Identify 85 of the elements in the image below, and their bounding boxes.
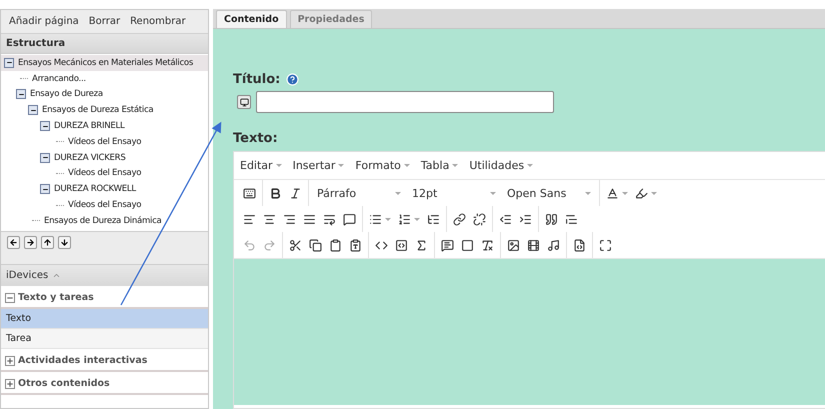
chevron-up-icon[interactable]	[52, 271, 62, 280]
move-left-button[interactable]	[7, 236, 20, 248]
music-note-button[interactable]	[545, 238, 562, 252]
toolbar-button[interactable]: Renombrar	[126, 16, 190, 27]
menu[interactable]: Editar	[240, 159, 282, 172]
menu[interactable]: Formato	[355, 159, 410, 172]
panel-header[interactable]: iDevices	[6, 270, 48, 281]
list-button[interactable]	[425, 212, 442, 226]
tree-item[interactable]: DUREZA BRINELL	[1, 118, 208, 134]
menu[interactable]: Insertar	[292, 159, 344, 172]
text-color-icon	[606, 186, 619, 200]
collapse-icon[interactable]	[40, 121, 50, 132]
code-block-button[interactable]	[393, 238, 410, 252]
format-select[interactable]: Párrafo	[313, 186, 405, 200]
font-select[interactable]: Open Sans	[503, 186, 595, 200]
input-field[interactable]	[256, 91, 554, 113]
panel-header: Estructura	[1, 34, 208, 54]
image-button[interactable]	[505, 238, 522, 252]
numbered-list-icon	[398, 212, 411, 226]
code-button[interactable]	[373, 238, 390, 252]
tab[interactable]: Contenido	[216, 10, 287, 28]
tree-item[interactable]: Vídeos del Ensayo	[1, 134, 208, 150]
caret-icon	[622, 192, 628, 194]
caret-icon	[385, 218, 391, 220]
expand-icon[interactable]	[5, 378, 15, 388]
list-item[interactable]: Texto	[1, 309, 208, 329]
toolbar-button[interactable]: Añadir página	[5, 16, 83, 27]
category-header[interactable]: Texto y tareas	[18, 292, 94, 303]
indent-button[interactable]	[517, 212, 534, 226]
align-center-button[interactable]	[261, 212, 278, 226]
film-button[interactable]	[525, 238, 542, 252]
keyboard-button[interactable]	[241, 186, 258, 200]
field-label: Título:	[233, 72, 280, 87]
help-icon[interactable]	[286, 73, 300, 86]
collapse-icon[interactable]	[40, 152, 50, 163]
tree-item[interactable]: Ensayo de Dureza	[1, 86, 208, 102]
collapse-icon[interactable]	[40, 184, 50, 194]
monitor-icon[interactable]	[237, 95, 251, 109]
collapse-icon[interactable]	[5, 292, 15, 302]
unlink-button[interactable]	[471, 212, 488, 226]
link-button[interactable]	[451, 212, 468, 226]
fullscreen-button[interactable]	[597, 238, 614, 252]
justify-button[interactable]	[301, 212, 318, 226]
down-arrow-icon	[60, 238, 69, 246]
tree-item[interactable]: Ensayos Mecánicos en Materiales Metálicos	[1, 55, 208, 71]
caret-icon	[651, 192, 657, 194]
tree-item[interactable]: DUREZA VICKERS	[1, 150, 208, 166]
tree-item[interactable]: Vídeos del Ensayo	[1, 197, 208, 213]
move-down-button[interactable]	[58, 236, 71, 248]
bullet-list-icon	[369, 212, 382, 226]
comment-button[interactable]	[341, 212, 358, 226]
copy-button[interactable]	[307, 238, 324, 252]
bullet-list-button[interactable]	[367, 212, 393, 226]
expand-icon[interactable]	[5, 356, 15, 366]
toolbar-button[interactable]: Borrar	[84, 16, 124, 27]
tree-item[interactable]: Ensayos de Dureza Dinámica	[1, 212, 208, 229]
category-header[interactable]: Actividades interactivas	[18, 355, 148, 366]
size-select[interactable]: 12pt	[408, 186, 500, 200]
right-arrow-icon	[26, 238, 35, 246]
speech-bubble-button[interactable]	[439, 238, 456, 252]
align-left-button[interactable]	[241, 212, 258, 226]
up-arrow-icon	[43, 238, 52, 246]
menu[interactable]: Utilidades	[469, 159, 534, 172]
collapse-icon[interactable]	[28, 105, 38, 116]
frame-button[interactable]	[459, 238, 476, 252]
highlighter-icon	[635, 186, 648, 200]
list-item[interactable]: Tarea	[1, 329, 208, 349]
tree-item[interactable]: Ensayos de Dureza Estática	[1, 102, 208, 118]
tree-item[interactable]: Arrancando...	[1, 70, 208, 87]
align-right-button[interactable]	[281, 212, 298, 226]
quote-button[interactable]	[543, 212, 560, 226]
field-label: Texto:	[233, 131, 278, 146]
move-up-button[interactable]	[41, 236, 54, 248]
move-right-button[interactable]	[24, 236, 37, 248]
wrap-button[interactable]	[321, 212, 338, 226]
collapse-icon[interactable]	[4, 58, 14, 68]
highlight-button[interactable]	[633, 186, 659, 200]
collapse-icon[interactable]	[16, 89, 26, 100]
outdent-button[interactable]	[497, 212, 514, 226]
caret-icon	[414, 218, 420, 220]
category-header[interactable]: Otros contenidos	[18, 378, 110, 389]
tree-item[interactable]: DUREZA ROCKWELL	[1, 181, 208, 198]
tree-item[interactable]: Vídeos del Ensayo	[1, 166, 208, 182]
left-arrow-icon	[9, 238, 18, 246]
menu[interactable]: Tabla	[420, 159, 458, 172]
